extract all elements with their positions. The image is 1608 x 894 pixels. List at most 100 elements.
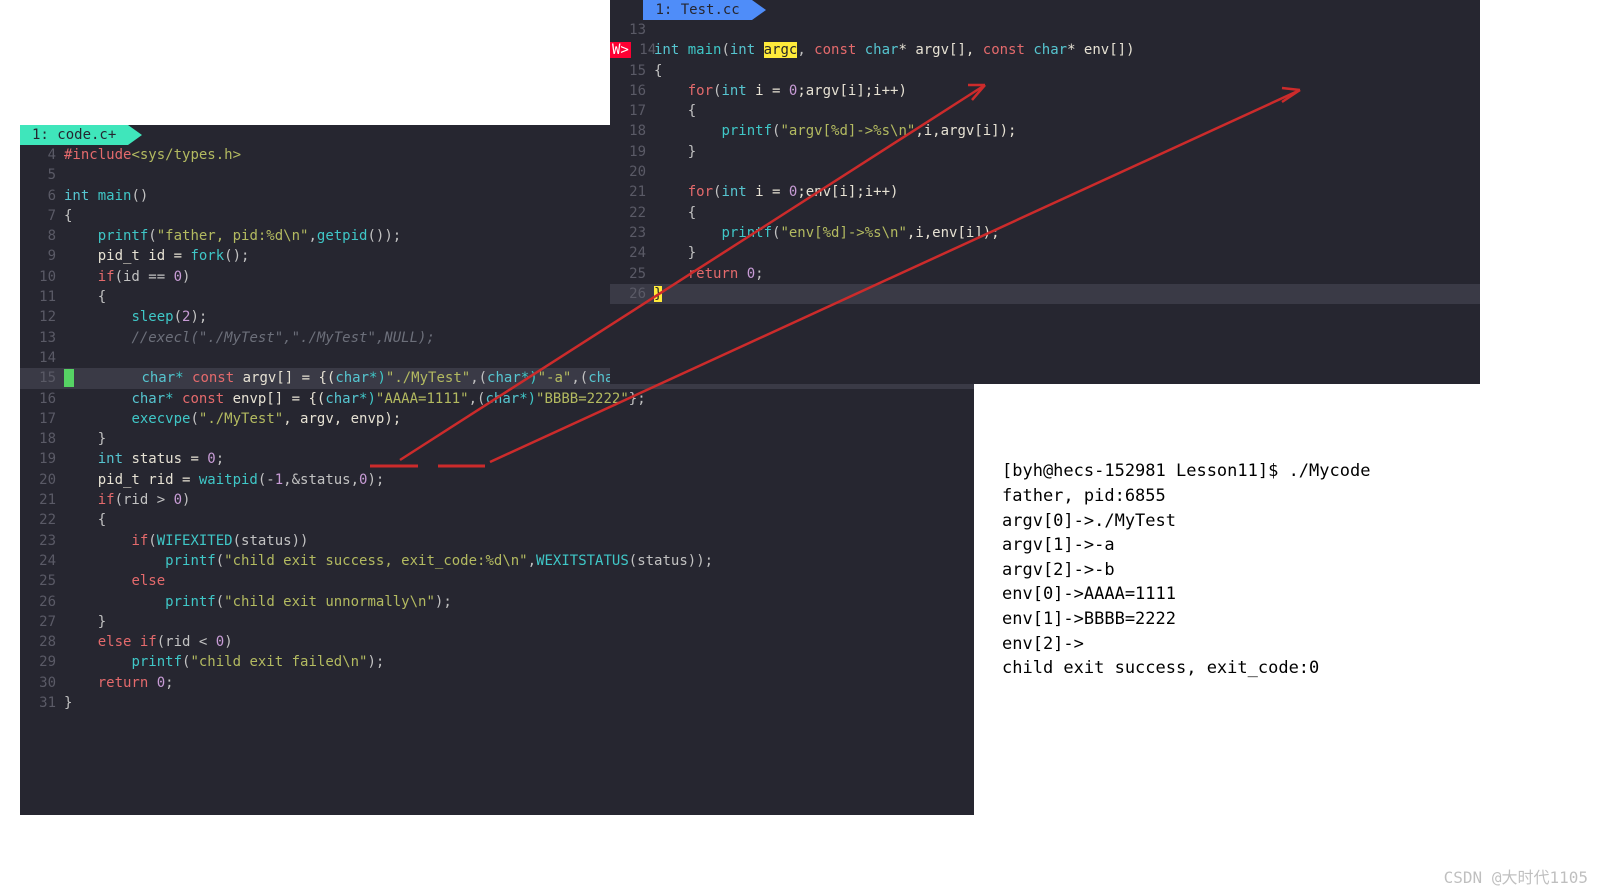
code-content: printf("child exit success, exit_code:%d…: [64, 553, 713, 569]
code-content: {: [654, 63, 662, 79]
line-number: 18: [610, 121, 654, 141]
line-number: 24: [610, 243, 654, 263]
code-line[interactable]: 28 else if(rid < 0): [20, 632, 974, 652]
code-line[interactable]: 18 printf("argv[%d]->%s\n",i,argv[i]);: [610, 121, 1480, 141]
line-number: 26: [610, 284, 654, 304]
code-content: }: [64, 431, 106, 447]
code-content: {: [64, 289, 106, 305]
code-line[interactable]: 17 execvpe("./MyTest", argv, envp);: [20, 409, 974, 429]
tab-left[interactable]: 1: code.c+: [20, 125, 128, 145]
code-content: if(id == 0): [64, 269, 190, 285]
terminal-line: argv[2]->-b: [1002, 558, 1582, 583]
code-content: if(rid > 0): [64, 492, 190, 508]
terminal-line: env[0]->AAAA=1111: [1002, 582, 1582, 607]
code-line[interactable]: 16 for(int i = 0;argv[i];i++): [610, 81, 1480, 101]
code-content: for(int i = 0;env[i];i++): [654, 184, 898, 200]
code-content: #include<sys/types.h>: [64, 147, 241, 163]
code-content: {: [64, 208, 72, 224]
terminal-line: env[1]->BBBB=2222: [1002, 607, 1582, 632]
code-area-right[interactable]: 13W> 14int main(int argc, const char* ar…: [610, 20, 1480, 304]
line-number: 17: [610, 101, 654, 121]
code-line[interactable]: 24 }: [610, 243, 1480, 263]
code-content: printf("father, pid:%d\n",getpid());: [64, 228, 401, 244]
code-content: int status = 0;: [64, 451, 224, 467]
line-number: 22: [20, 510, 64, 530]
line-number: 4: [20, 145, 64, 165]
line-number: 16: [610, 81, 654, 101]
line-number: 15: [20, 368, 64, 388]
code-content: char* const envp[] = {(char*)"AAAA=1111"…: [64, 391, 646, 407]
code-line[interactable]: 13: [610, 20, 1480, 40]
line-number: 15: [610, 61, 654, 81]
line-number: 23: [610, 223, 654, 243]
line-number: 25: [20, 571, 64, 591]
line-number: 11: [20, 287, 64, 307]
terminal-line: child exit success, exit_code:0: [1002, 656, 1582, 681]
line-number: 25: [610, 264, 654, 284]
line-number: W> 14: [610, 40, 654, 60]
terminal-line: argv[0]->./MyTest: [1002, 509, 1582, 534]
code-content: for(int i = 0;argv[i];i++): [654, 83, 907, 99]
code-content: //execl("./MyTest","./MyTest",NULL);: [64, 330, 435, 346]
code-line[interactable]: 20: [610, 162, 1480, 182]
line-number: 29: [20, 652, 64, 672]
code-line[interactable]: 30 return 0;: [20, 673, 974, 693]
code-line[interactable]: 17 {: [610, 101, 1480, 121]
line-number: 20: [20, 470, 64, 490]
terminal-line: env[2]->: [1002, 632, 1582, 657]
code-line[interactable]: 24 printf("child exit success, exit_code…: [20, 551, 974, 571]
terminal-line: argv[1]->-a: [1002, 533, 1582, 558]
code-line[interactable]: 27 }: [20, 612, 974, 632]
code-line[interactable]: 18 }: [20, 429, 974, 449]
code-content: printf("env[%d]->%s\n",i,env[i]);: [654, 225, 1000, 241]
line-number: 26: [20, 592, 64, 612]
code-content: }: [654, 286, 662, 302]
code-content: {: [654, 205, 696, 221]
line-number: 22: [610, 203, 654, 223]
tab-right[interactable]: 1: Test.cc: [643, 0, 751, 20]
code-line[interactable]: 31}: [20, 693, 974, 713]
warning-marker: W>: [610, 42, 631, 58]
code-content: printf("argv[%d]->%s\n",i,argv[i]);: [654, 123, 1016, 139]
code-line[interactable]: 15{: [610, 61, 1480, 81]
code-line[interactable]: 20 pid_t rid = waitpid(-1,&status,0);: [20, 470, 974, 490]
line-number: 16: [20, 389, 64, 409]
code-content: int main(): [64, 188, 148, 204]
code-content: return 0;: [64, 675, 174, 691]
line-number: 13: [20, 328, 64, 348]
code-line[interactable]: 26}: [610, 284, 1480, 304]
code-content: else if(rid < 0): [64, 634, 233, 650]
code-line[interactable]: 29 printf("child exit failed\n");: [20, 652, 974, 672]
code-line[interactable]: 25 return 0;: [610, 264, 1480, 284]
code-line[interactable]: W> 14int main(int argc, const char* argv…: [610, 40, 1480, 60]
line-number: 30: [20, 673, 64, 693]
line-number: 31: [20, 693, 64, 713]
code-line[interactable]: 16 char* const envp[] = {(char*)"AAAA=11…: [20, 389, 974, 409]
editor-right-pane[interactable]: 1: Test.cc 13W> 14int main(int argc, con…: [610, 0, 1480, 384]
line-number: 21: [610, 182, 654, 202]
code-line[interactable]: 23 printf("env[%d]->%s\n",i,env[i]);: [610, 223, 1480, 243]
line-number: 7: [20, 206, 64, 226]
code-content: pid_t id = fork();: [64, 248, 249, 264]
line-number: 12: [20, 307, 64, 327]
code-line[interactable]: 23 if(WIFEXITED(status)): [20, 531, 974, 551]
code-line[interactable]: 21 if(rid > 0): [20, 490, 974, 510]
terminal-line: father, pid:6855: [1002, 484, 1582, 509]
code-line[interactable]: 22 {: [20, 510, 974, 530]
line-number: 24: [20, 551, 64, 571]
code-content: }: [654, 245, 696, 261]
code-line[interactable]: 19 int status = 0;: [20, 449, 974, 469]
code-content: else: [64, 573, 165, 589]
code-line[interactable]: 22 {: [610, 203, 1480, 223]
code-line[interactable]: 21 for(int i = 0;env[i];i++): [610, 182, 1480, 202]
code-content: printf("child exit failed\n");: [64, 654, 384, 670]
cursor-icon: [64, 369, 74, 387]
tab-arrow-icon: [752, 0, 766, 20]
code-content: if(WIFEXITED(status)): [64, 533, 308, 549]
line-number: 20: [610, 162, 654, 182]
code-line[interactable]: 19 }: [610, 142, 1480, 162]
line-number: 8: [20, 226, 64, 246]
code-line[interactable]: 25 else: [20, 571, 974, 591]
line-number: 6: [20, 186, 64, 206]
code-line[interactable]: 26 printf("child exit unnormally\n");: [20, 592, 974, 612]
